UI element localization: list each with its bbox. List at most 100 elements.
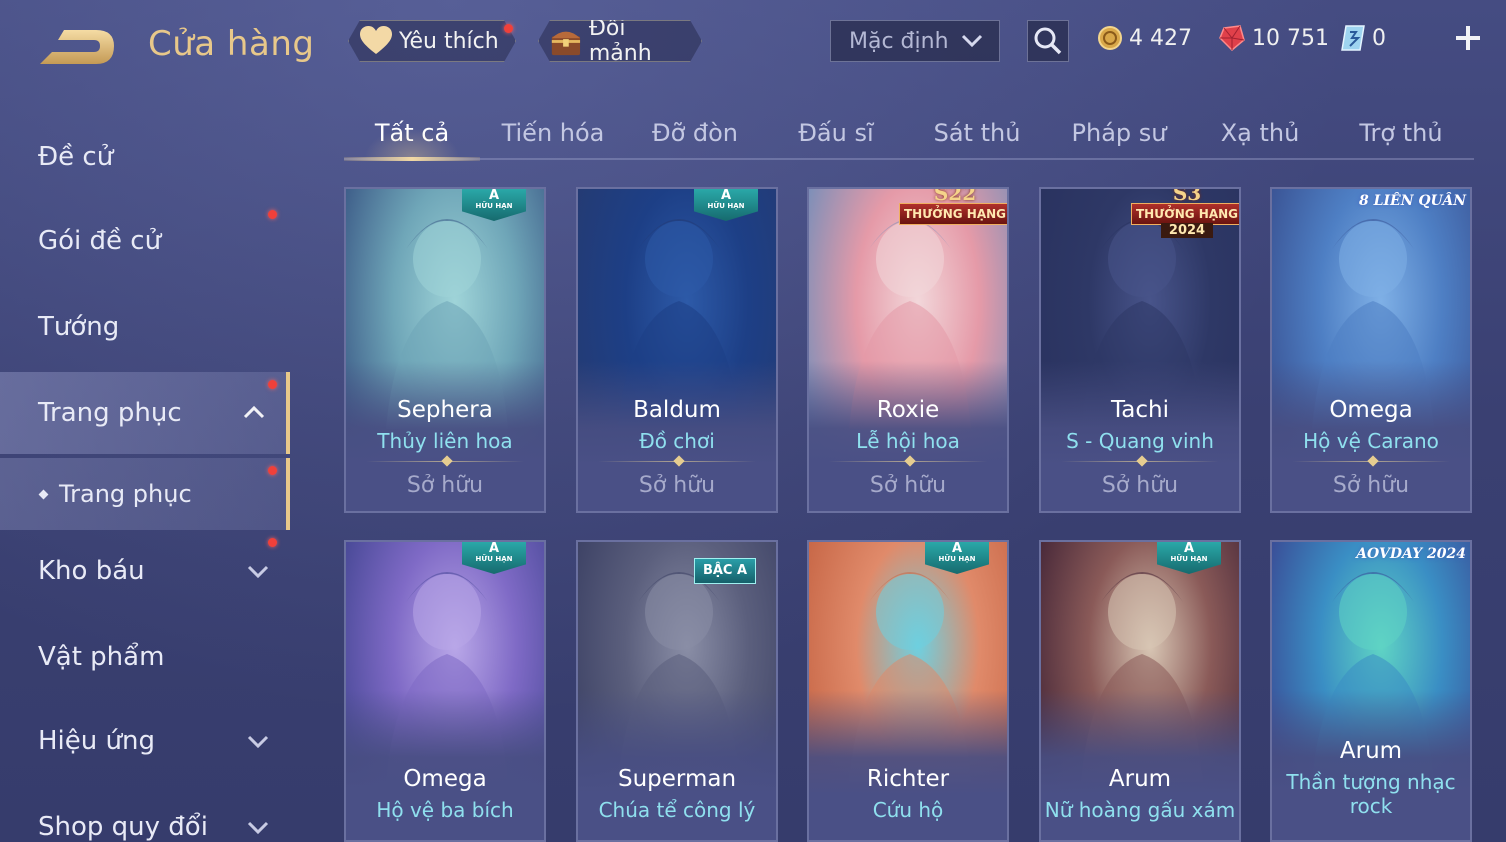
owned-status: Sở hữu (406, 473, 484, 498)
owned-status: Sở hữu (638, 473, 716, 498)
category-sidebar: Đề cử Gói đề cử Tướng Trang phục Trang p… (0, 110, 292, 842)
sidebar-item-label: Hiệu ứng (38, 726, 155, 756)
skin-name: Hộ vệ ba bích (376, 798, 514, 822)
search-button[interactable] (1027, 20, 1069, 62)
sidebar-item-label: Tướng (38, 312, 120, 342)
sidebar-item-label: Shop quy đổi (38, 812, 208, 842)
season-year: 2024 (1161, 223, 1213, 238)
tab-assassin[interactable]: Sát thủ (909, 108, 1045, 158)
notification-dot (268, 380, 277, 389)
skin-name: Nữ hoàng gấu xám (1044, 798, 1236, 822)
tab-tank[interactable]: Đỡ đòn (627, 108, 763, 158)
treasure-chest-icon (549, 24, 583, 58)
skin-name: Chúa tể công lý (598, 798, 756, 822)
skin-card[interactable]: A HỮU HẠN Sephera Thủy liên hoa Sở hữu (344, 187, 546, 513)
favorites-label: Yêu thích (399, 28, 499, 54)
hero-name: Arum (1339, 738, 1403, 764)
skin-tier-badge: 8 LIÊN QUÂN (1359, 193, 1466, 209)
tab-all[interactable]: Tất cả (344, 108, 480, 161)
tab-support[interactable]: Trợ thủ (1333, 108, 1469, 158)
hero-name: Sephera (397, 397, 493, 423)
hero-name: Superman (617, 766, 737, 792)
sidebar-item-heroes[interactable]: Tướng (0, 288, 290, 366)
notification-dot (268, 538, 277, 547)
search-icon (1034, 27, 1062, 55)
chevron-up-icon (243, 405, 265, 419)
notification-dot (268, 210, 277, 219)
back-arrow-icon[interactable] (36, 22, 120, 70)
skin-name: Cứu hộ (872, 798, 944, 822)
chevron-down-icon (961, 34, 983, 48)
skin-name: Thần tượng nhạc rock (1286, 770, 1456, 818)
skin-tier-badge: BẬC A (694, 558, 756, 584)
skin-name: Lễ hội hoa (856, 429, 960, 453)
sidebar-item-items[interactable]: Vật phẩm (0, 618, 290, 696)
voucher-currency: 0 (1340, 22, 1386, 54)
owned-status: Sở hữu (1101, 473, 1179, 498)
gold-currency: 4 427 (1097, 22, 1192, 54)
skin-tier-badge: A HỮU HẠN (462, 542, 526, 574)
hero-name: Omega (1329, 397, 1413, 423)
page-title: Cửa hàng (148, 24, 315, 64)
ruby-amount: 10 751 (1252, 25, 1329, 51)
gold-amount: 4 427 (1129, 25, 1192, 51)
top-bar: Cửa hàng Yêu thích Đổi mảnh Mặc định 4 4… (0, 0, 1506, 90)
hero-name: Tachi (1111, 397, 1169, 423)
sidebar-item-exchange-shop[interactable]: Shop quy đổi (0, 788, 290, 842)
sidebar-item-skins[interactable]: Trang phục (0, 372, 290, 454)
sidebar-item-label: Gói đề cử (38, 226, 162, 256)
skin-name: Đồ chơi (639, 429, 715, 453)
skin-card[interactable]: A HỮU HẠN Arum Nữ hoàng gấu xám (1039, 540, 1241, 842)
sidebar-item-effects[interactable]: Hiệu ứng (0, 702, 290, 780)
tab-fighter[interactable]: Đấu sĩ (768, 108, 904, 158)
skin-card[interactable]: A HỮU HẠN Baldum Đồ chơi Sở hữu (576, 187, 778, 513)
ruby-currency: 10 751 (1218, 22, 1329, 54)
voucher-ticket-icon (1341, 25, 1365, 51)
gold-coin-icon (1098, 26, 1122, 50)
skin-tier-badge: A HỮU HẠN (694, 189, 758, 221)
sidebar-item-featured-bundles[interactable]: Gói đề cử (0, 202, 290, 280)
sort-value: Mặc định (849, 28, 949, 54)
fragment-exchange-label: Đổi mảnh (588, 16, 652, 66)
owned-status: Sở hữu (869, 473, 947, 498)
tab-mage[interactable]: Pháp sư (1051, 108, 1187, 158)
rank-reward-label: THƯỞNG HẠNG (1131, 203, 1239, 225)
role-filter-tabs: Tất cả Tiến hóa Đỡ đòn Đấu sĩ Sát thủ Ph… (344, 108, 1474, 161)
chevron-down-icon (247, 735, 269, 749)
hero-name: Roxie (876, 397, 940, 423)
skin-card[interactable]: AOVDAY 2024 Arum Thần tượng nhạc rock (1270, 540, 1472, 842)
favorites-notification-dot (504, 24, 513, 33)
skin-card[interactable]: A HỮU HẠN Richter Cứu hộ (807, 540, 1009, 842)
hero-name: Omega (403, 766, 487, 792)
chevron-down-icon (247, 565, 269, 579)
fragment-exchange-button[interactable]: Đổi mảnh (538, 20, 702, 62)
skin-tier-badge: S22 THƯỞNG HẠNG (899, 189, 1007, 231)
ruby-gem-icon (1219, 25, 1245, 52)
plus-icon[interactable] (1452, 22, 1484, 54)
skin-name: Hộ vệ Carano (1303, 429, 1439, 453)
skin-card[interactable]: S22 THƯỞNG HẠNG Roxie Lễ hội hoa Sở hữu (807, 187, 1009, 513)
sort-dropdown[interactable]: Mặc định (830, 20, 1000, 62)
sidebar-item-label: Trang phục (38, 398, 182, 428)
chevron-down-icon (247, 821, 269, 835)
skin-card[interactable]: BẬC A Superman Chúa tể công lý (576, 540, 778, 842)
sidebar-subitem-skins[interactable]: Trang phục (0, 458, 290, 530)
voucher-amount: 0 (1372, 25, 1386, 51)
hero-name: Baldum (633, 397, 721, 423)
sidebar-item-featured[interactable]: Đề cử (0, 118, 290, 196)
notification-dot (268, 466, 277, 475)
skin-tier-badge: A HỮU HẠN (1157, 542, 1221, 574)
bullet-icon (38, 489, 49, 499)
sidebar-item-treasure[interactable]: Kho báu (0, 532, 290, 610)
skin-tier-badge: AOVDAY 2024 (1356, 546, 1466, 562)
tab-evolution[interactable]: Tiến hóa (485, 108, 621, 158)
rank-reward-label: THƯỞNG HẠNG (899, 203, 1007, 225)
tab-marksman[interactable]: Xạ thủ (1192, 108, 1328, 158)
favorites-button[interactable]: Yêu thích (348, 20, 516, 62)
skin-card[interactable]: A HỮU HẠN Omega Hộ vệ ba bích (344, 540, 546, 842)
skin-tier-badge: A HỮU HẠN (462, 189, 526, 221)
sidebar-item-label: Vật phẩm (38, 642, 165, 672)
skin-tier-badge: S3 THƯỞNG HẠNG 2024 (1131, 189, 1239, 238)
skin-card[interactable]: 8 LIÊN QUÂN Omega Hộ vệ Carano Sở hữu (1270, 187, 1472, 513)
skin-card[interactable]: S3 THƯỞNG HẠNG 2024 Tachi S - Quang vinh S… (1039, 187, 1241, 513)
